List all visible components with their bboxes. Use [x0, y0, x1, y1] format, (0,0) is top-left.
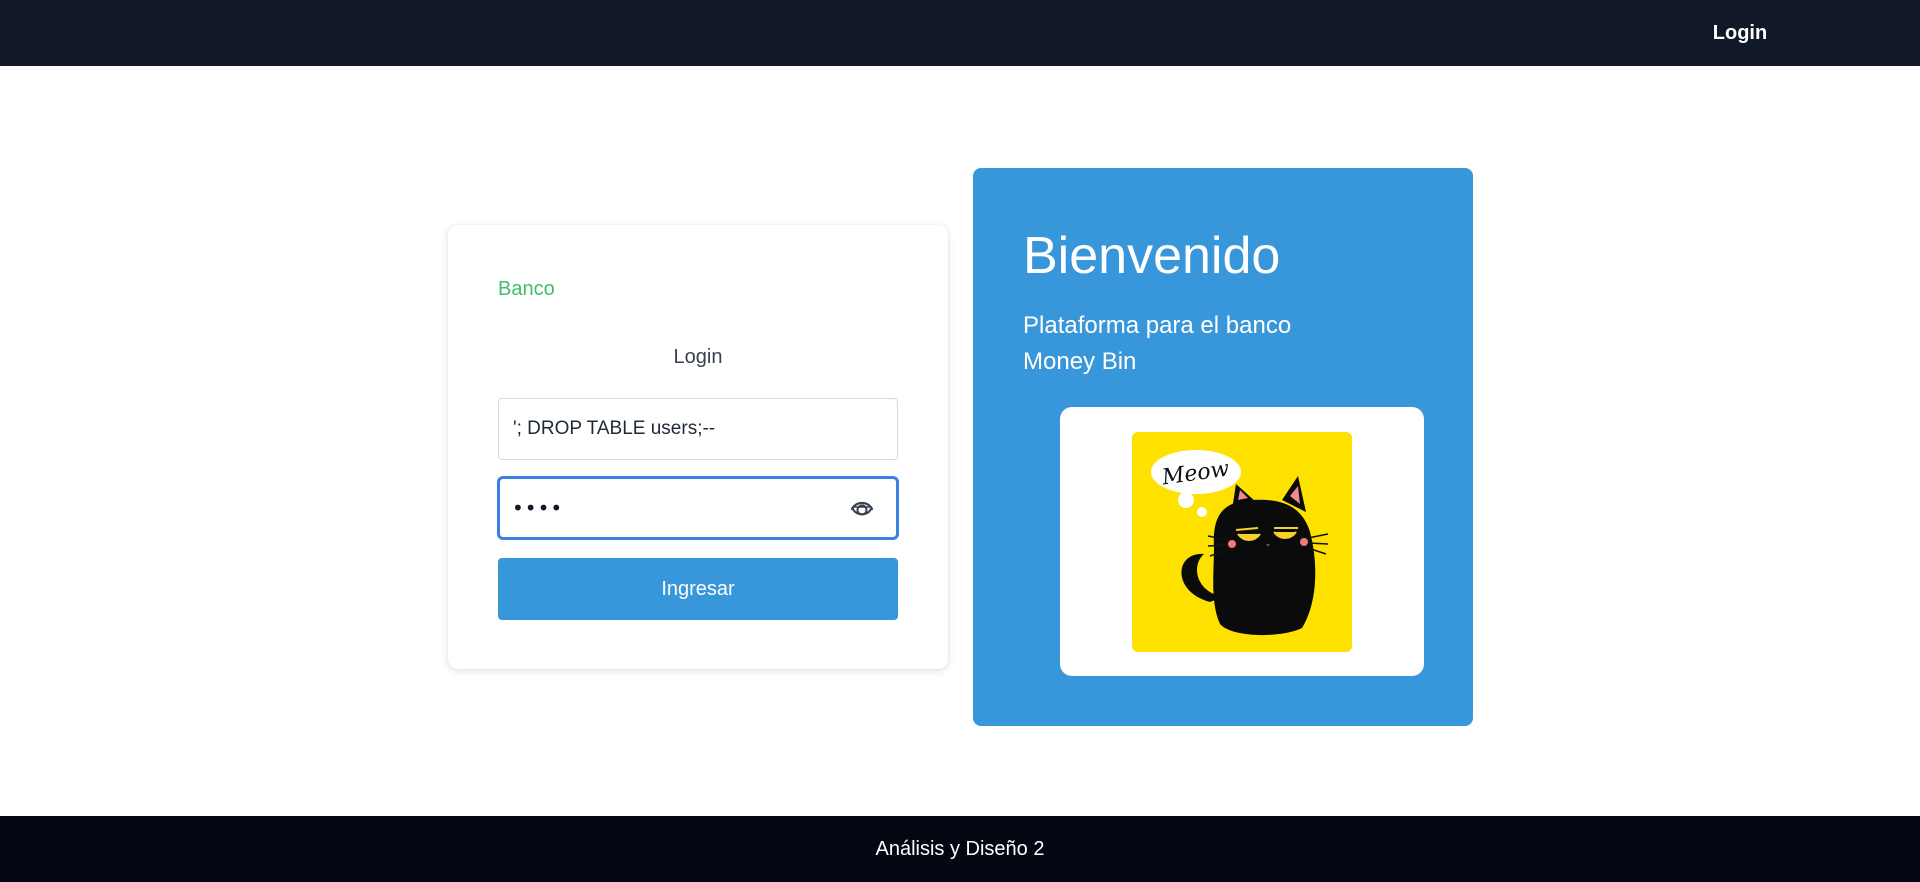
- footer-text: Análisis y Diseño 2: [875, 837, 1045, 860]
- login-card: Banco Login Ingresar: [448, 225, 948, 669]
- welcome-title: Bienvenido: [1023, 227, 1281, 285]
- welcome-subtitle: Plataforma para el banco Money Bin: [1023, 312, 1292, 375]
- top-navbar: Login: [0, 0, 1920, 66]
- eye-icon[interactable]: [848, 495, 876, 523]
- brand-label: Banco: [498, 278, 555, 300]
- submit-button[interactable]: Ingresar: [498, 558, 898, 620]
- cat-illustration: Meow: [1132, 432, 1352, 652]
- nav-login-link[interactable]: Login: [1680, 0, 1800, 66]
- username-input[interactable]: [498, 398, 898, 460]
- footer: Análisis y Diseño 2: [0, 816, 1920, 882]
- password-input[interactable]: [512, 479, 832, 537]
- image-card: Meow: [1060, 407, 1424, 676]
- login-title: Login: [673, 346, 723, 368]
- password-field[interactable]: [497, 476, 899, 540]
- welcome-panel: Bienvenido Plataforma para el banco Mone…: [973, 168, 1473, 726]
